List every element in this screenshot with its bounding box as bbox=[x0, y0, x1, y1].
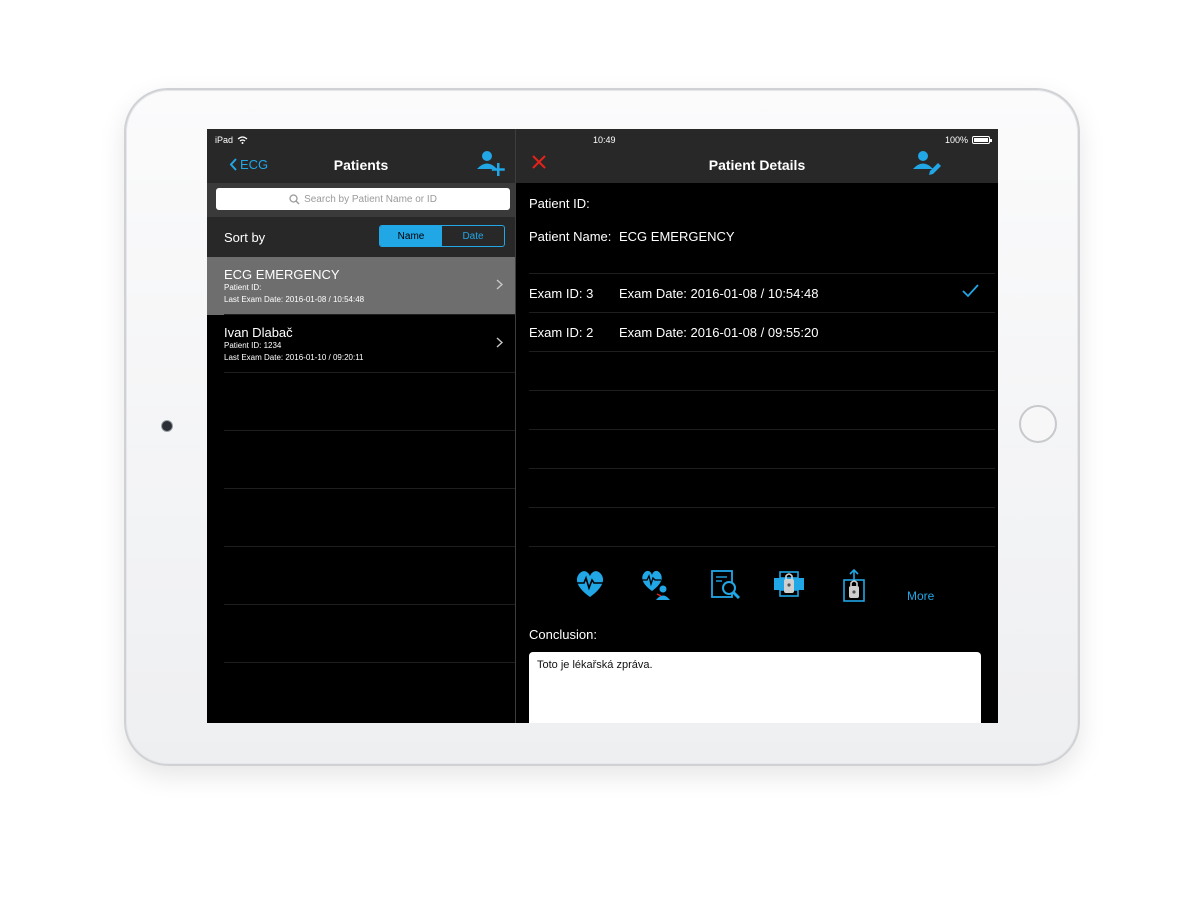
edit-user-icon bbox=[913, 151, 941, 175]
patient-id: Patient ID: bbox=[224, 283, 262, 292]
search-input[interactable]: Search by Patient Name or ID bbox=[216, 188, 510, 210]
status-bar: iPad 10:49 100% bbox=[207, 129, 998, 149]
heart-ecg-icon bbox=[576, 571, 604, 597]
patient-name: ECG EMERGENCY bbox=[224, 267, 340, 282]
exam-row[interactable]: Exam ID: 2 Exam Date: 2016-01-08 / 09:55… bbox=[529, 312, 995, 351]
patient-row[interactable]: ECG EMERGENCY Patient ID: Last Exam Date… bbox=[207, 257, 515, 315]
patient-details-panel: Patient Details Patient ID: Patient Name… bbox=[516, 129, 998, 723]
chevron-right-icon bbox=[496, 337, 503, 348]
wifi-icon bbox=[237, 136, 248, 144]
patient-id-row: Patient ID: bbox=[529, 196, 590, 211]
empty-exam-row bbox=[529, 507, 995, 547]
action-toolbar: More bbox=[516, 568, 998, 609]
patient-name: Ivan Dlabač bbox=[224, 325, 293, 340]
device-label: iPad bbox=[215, 135, 234, 145]
chevron-right-icon bbox=[496, 279, 503, 290]
add-user-icon bbox=[477, 151, 505, 176]
exam-id: Exam ID: 2 bbox=[529, 325, 594, 340]
empty-list-row bbox=[207, 489, 515, 547]
empty-list-row bbox=[207, 547, 515, 605]
conclusion-text-area[interactable]: Toto je lékařská zpráva. bbox=[529, 652, 981, 723]
patient-id: Patient ID: 1234 bbox=[224, 341, 282, 350]
search-bar: Search by Patient Name or ID bbox=[207, 183, 515, 217]
empty-list-row bbox=[207, 605, 515, 663]
lock-share-icon bbox=[843, 568, 865, 602]
battery-icon bbox=[972, 136, 992, 144]
page-title: Patients bbox=[333, 157, 389, 173]
sort-by-name-tab[interactable]: Name bbox=[380, 226, 442, 246]
exam-date: Exam Date: 2016-01-08 / 09:55:20 bbox=[619, 325, 819, 340]
secure-print-button[interactable] bbox=[772, 569, 806, 604]
empty-exam-row bbox=[529, 468, 995, 507]
empty-exam-row bbox=[529, 429, 995, 468]
exam-id: Exam ID: 3 bbox=[529, 286, 594, 301]
conclusion-label: Conclusion: bbox=[529, 627, 597, 642]
sort-bar: Sort by Name Date bbox=[207, 217, 515, 257]
empty-list-row bbox=[207, 373, 515, 431]
checkmark-icon bbox=[962, 284, 979, 298]
doctor-review-button[interactable] bbox=[640, 569, 672, 606]
empty-exam-row bbox=[529, 390, 995, 429]
patients-panel: ECG Patients Search by Patient Name or I… bbox=[207, 129, 515, 723]
view-ecg-button[interactable] bbox=[574, 569, 606, 604]
empty-exam-row bbox=[529, 351, 995, 390]
exam-date: Exam Date: 2016-01-08 / 10:54:48 bbox=[619, 286, 819, 301]
status-battery: 100% bbox=[944, 135, 992, 145]
secure-share-button[interactable] bbox=[842, 568, 866, 608]
sort-segmented-control: Name Date bbox=[379, 225, 505, 247]
zoom-report-button[interactable] bbox=[710, 569, 742, 606]
status-time: 10:49 bbox=[593, 135, 616, 145]
heart-doctor-icon bbox=[642, 570, 670, 600]
magnify-document-icon bbox=[711, 570, 741, 600]
conclusion-text: Toto je lékařská zpráva. bbox=[537, 659, 653, 671]
last-exam-date: Last Exam Date: 2016-01-08 / 10:54:48 bbox=[224, 295, 365, 304]
exam-row[interactable]: Exam ID: 3 Exam Date: 2016-01-08 / 10:54… bbox=[529, 273, 995, 312]
exam-list: Exam ID: 3 Exam Date: 2016-01-08 / 10:54… bbox=[529, 273, 995, 547]
front-camera bbox=[162, 421, 172, 431]
add-patient-button[interactable] bbox=[476, 149, 506, 182]
lock-printer-icon bbox=[774, 571, 804, 597]
sort-label: Sort by bbox=[224, 230, 266, 245]
empty-list-row bbox=[207, 431, 515, 489]
search-placeholder: Search by Patient Name or ID bbox=[304, 193, 437, 205]
patient-list: ECG EMERGENCY Patient ID: Last Exam Date… bbox=[207, 257, 515, 663]
sort-by-date-tab[interactable]: Date bbox=[442, 226, 504, 246]
more-button[interactable]: More bbox=[907, 589, 934, 603]
search-icon bbox=[289, 193, 300, 204]
patient-name-row: Patient Name: ECG EMERGENCY bbox=[529, 229, 735, 244]
patient-name-value: ECG EMERGENCY bbox=[619, 229, 735, 244]
home-button[interactable] bbox=[1019, 405, 1057, 443]
status-left: iPad bbox=[215, 135, 248, 145]
patient-name-label: Patient Name: bbox=[529, 229, 612, 244]
patient-id-label: Patient ID: bbox=[529, 196, 590, 211]
last-exam-date: Last Exam Date: 2016-01-10 / 09:20:11 bbox=[224, 353, 364, 362]
battery-percent: 100% bbox=[944, 135, 968, 145]
edit-patient-button[interactable] bbox=[912, 149, 942, 182]
app-screen: ECG Patients Search by Patient Name or I… bbox=[207, 129, 998, 723]
patient-row[interactable]: Ivan Dlabač Patient ID: 1234 Last Exam D… bbox=[207, 315, 515, 373]
